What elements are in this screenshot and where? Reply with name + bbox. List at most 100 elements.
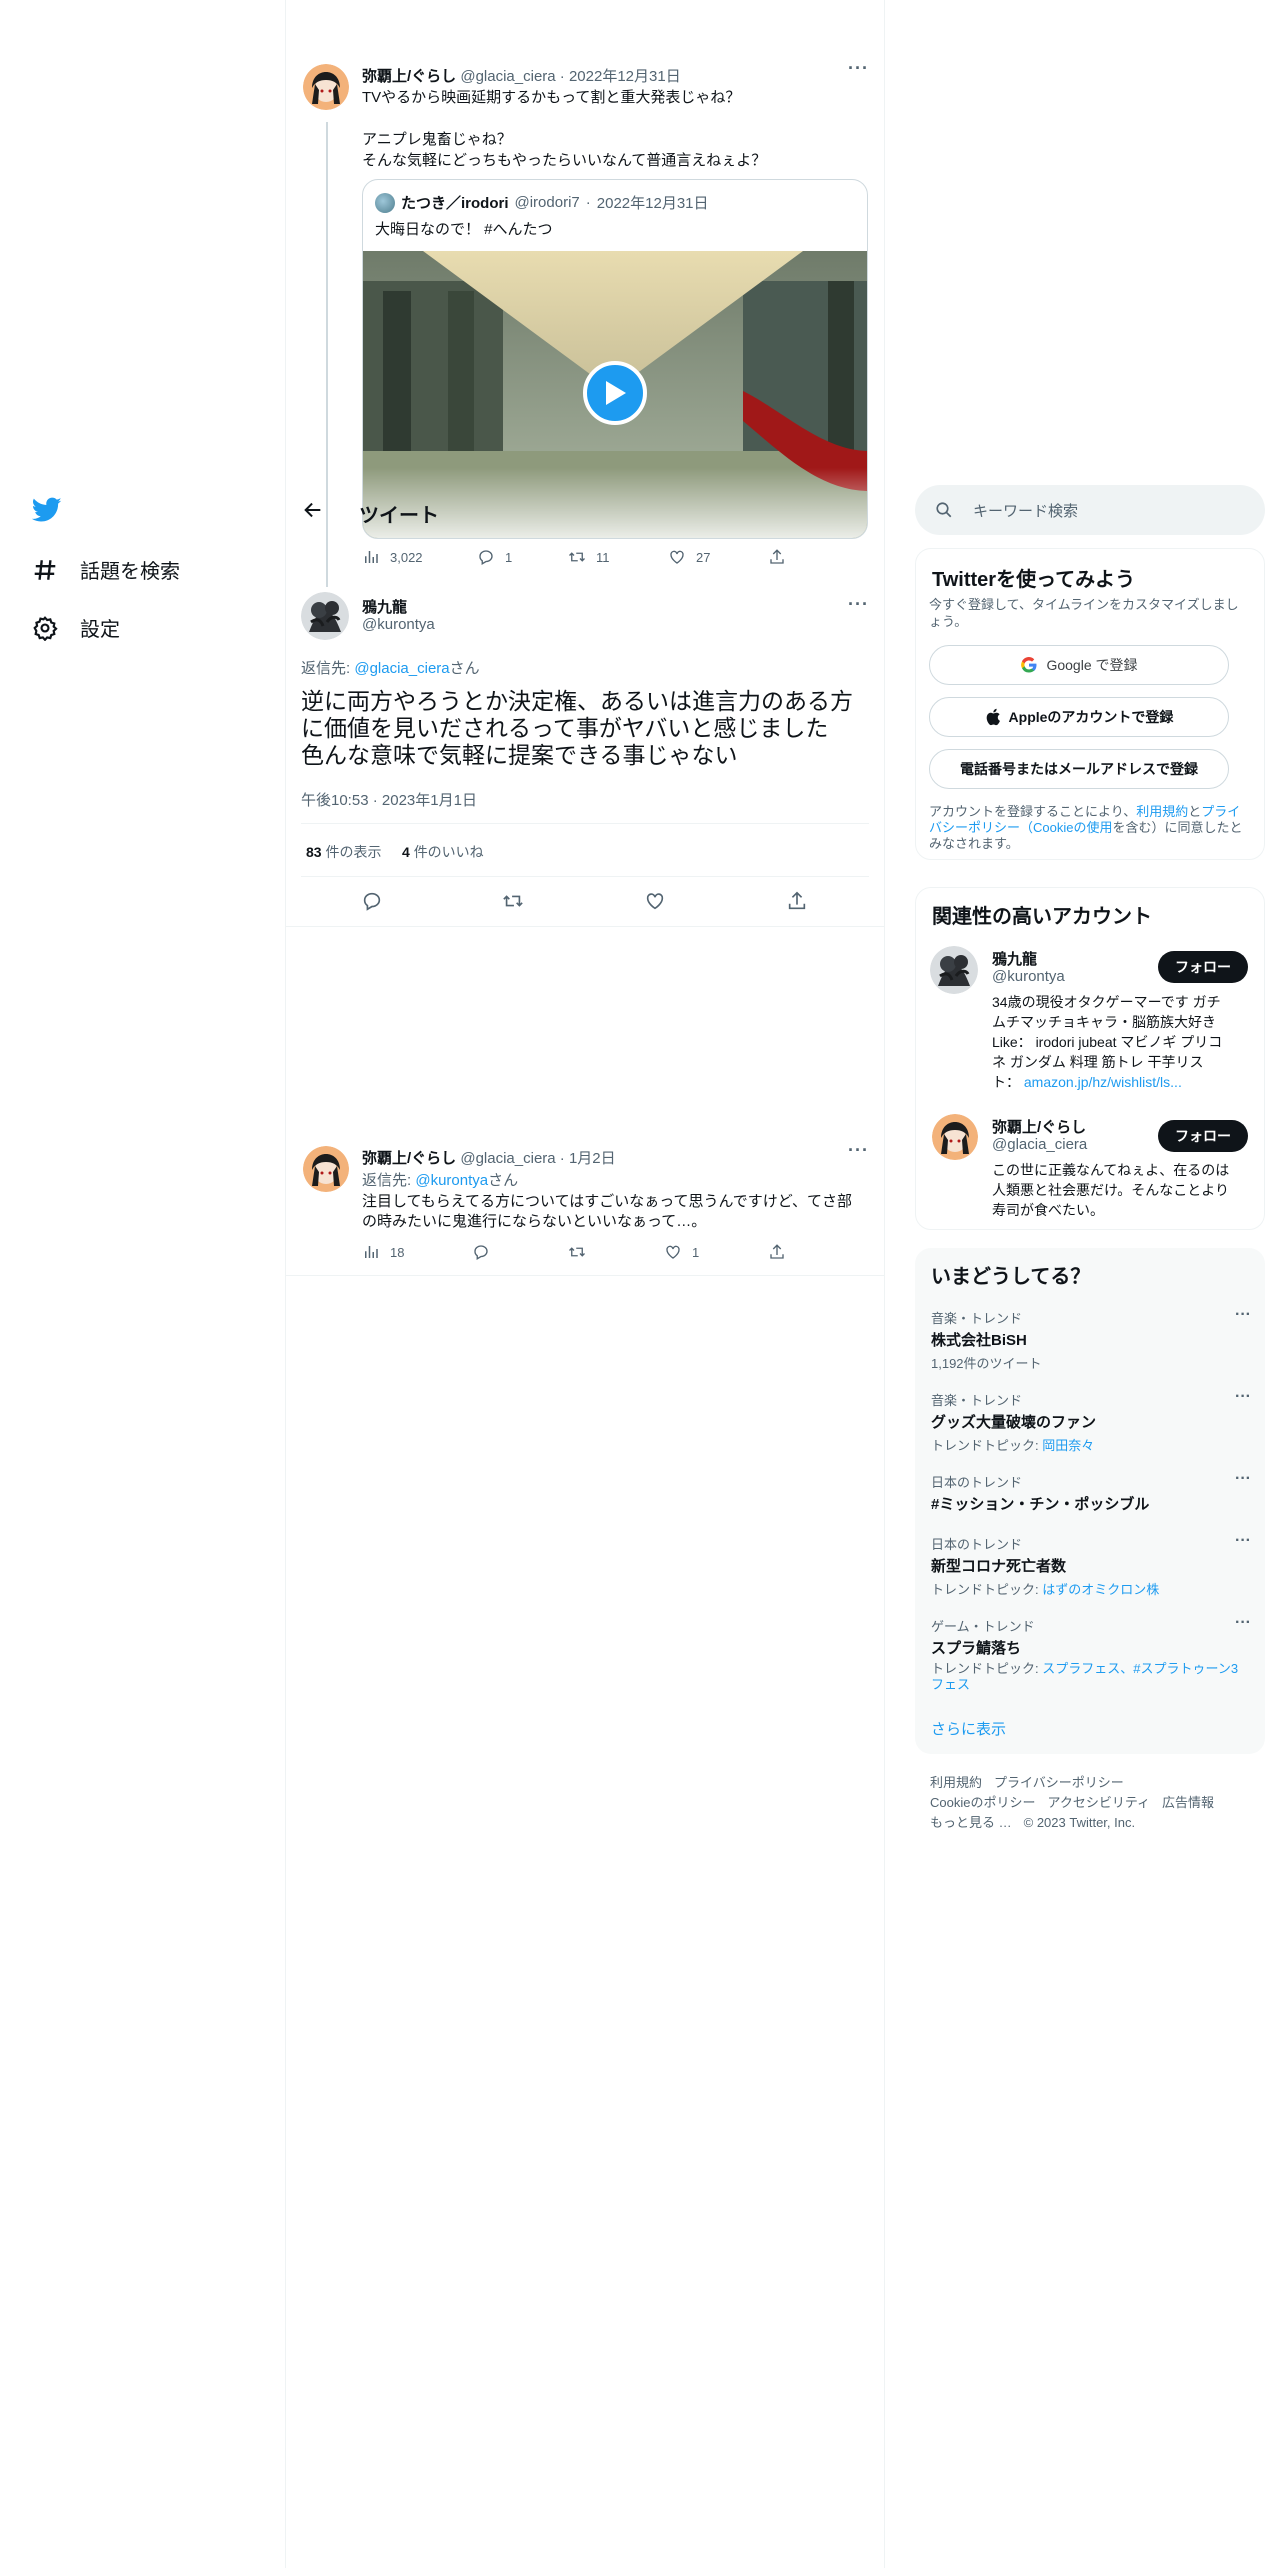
more-icon[interactable]: ···	[1235, 1470, 1251, 1488]
views-stat[interactable]: 18	[362, 1243, 404, 1261]
apple-signup-button[interactable]: Appleのアカウントで登録	[929, 697, 1229, 737]
tweet-text: TVやるから映画延期するかもって割と重大発表じゃね？ アニプレ鬼畜じゃね？ そん…	[362, 89, 767, 169]
retweet-button[interactable]	[502, 890, 524, 912]
trend-item[interactable]: 日本のトレンド #ミッション・チン・ポッシブル ···	[931, 1470, 1251, 1514]
phone-signup-button[interactable]: 電話番号またはメールアドレスで登録	[929, 749, 1229, 789]
divider	[301, 876, 869, 877]
author-handle[interactable]: @kurontya	[362, 616, 435, 633]
quoted-author-name: たつき／irodori	[401, 195, 509, 212]
views-count: 83 件の表示	[306, 844, 382, 860]
tweet-text: 注目してもらえてる方についてはすごいなぁって思うんですけど、てさ部 の時みたいに…	[362, 1193, 853, 1230]
more-icon[interactable]: ···	[1235, 1532, 1251, 1550]
retweet-button[interactable]: 11	[568, 548, 610, 566]
tweet-date[interactable]: 1月2日	[569, 1150, 616, 1167]
avatar[interactable]	[303, 1146, 349, 1192]
reply-to-link[interactable]: @kurontya	[415, 1172, 488, 1189]
footer-row: もっと見る … © 2023 Twitter, Inc.	[930, 1812, 1147, 1831]
reply-button[interactable]: 1	[477, 548, 512, 566]
signup-title: Twitterを使ってみよう	[932, 569, 1136, 591]
copyright: © 2023 Twitter, Inc.	[1023, 1815, 1136, 1830]
divider	[286, 1275, 884, 1276]
share-button[interactable]	[786, 890, 808, 912]
views-stat[interactable]: 3,022	[362, 548, 423, 566]
author-name[interactable]: 弥覇上/ぐらし	[362, 68, 456, 85]
trend-item[interactable]: 音楽・トレンド グッズ大量破壊のファン トレンドトピック: 岡田奈々 ···	[931, 1388, 1251, 1454]
footer-accessibility-link[interactable]: アクセシビリティ	[1047, 1795, 1150, 1810]
avatar	[375, 192, 395, 213]
footer-more-link[interactable]: もっと見る …	[930, 1815, 1012, 1830]
account-bio: この世に正義なんてねぇよ、在るのは 人類悪と社会悪だけ。そんなことより 寿司が食…	[992, 1162, 1230, 1218]
author-handle[interactable]: @glacia_ciera	[460, 68, 555, 85]
more-icon[interactable]: ···	[1235, 1614, 1251, 1632]
terms-link[interactable]: 利用規約	[1136, 804, 1188, 819]
chart-icon	[365, 1246, 378, 1258]
more-icon[interactable]: ···	[848, 58, 869, 79]
author-name[interactable]: 鴉九龍	[362, 596, 407, 617]
back-arrow-icon[interactable]	[302, 499, 324, 526]
retweet-button[interactable]	[568, 1243, 586, 1261]
page-title: ツイート	[359, 505, 439, 527]
avatar[interactable]	[303, 64, 349, 110]
trend-item[interactable]: 日本のトレンド 新型コロナ死亡者数 トレンドトピック: はずのオミクロン株 ··…	[931, 1532, 1251, 1598]
divider	[301, 823, 869, 824]
account-handle[interactable]: @glacia_ciera	[992, 1136, 1087, 1153]
like-button[interactable]: 1	[664, 1243, 699, 1261]
like-button[interactable]	[644, 890, 666, 912]
chart-icon	[365, 551, 378, 563]
nav-explore[interactable]: 話題を検索	[32, 555, 180, 584]
account-name[interactable]: 鴉九龍	[992, 948, 1037, 969]
related-accounts-card: 関連性の高いアカウント 鴉九龍 @kurontya フォロー 34歳の現役オタク…	[915, 887, 1265, 1230]
more-icon[interactable]: ···	[848, 594, 869, 615]
footer-privacy-link[interactable]: プライバシーポリシー	[994, 1775, 1124, 1790]
tweet-timestamp[interactable]: 午後10:53 · 2023年1月1日	[301, 789, 477, 810]
more-icon[interactable]: ···	[1235, 1388, 1251, 1406]
share-icon	[770, 549, 784, 564]
more-icon[interactable]: ···	[848, 1140, 869, 1161]
related-title: 関連性の高いアカウント	[932, 906, 1152, 928]
avatar[interactable]	[930, 946, 978, 994]
quoted-author-handle: @irodori7	[514, 194, 580, 211]
search-input[interactable]: キーワード検索	[915, 485, 1265, 535]
reply-icon	[479, 550, 493, 565]
show-more-link[interactable]: さらに表示	[931, 1718, 1006, 1739]
account-name[interactable]: 弥覇上/ぐらし	[992, 1116, 1086, 1137]
likes-count[interactable]: 4 件のいいね	[402, 842, 484, 862]
trend-item[interactable]: ゲーム・トレンド スプラ鯖落ち トレンドトピック: スプラフェス、#スプラトゥー…	[931, 1614, 1251, 1693]
trend-item[interactable]: 音楽・トレンド 株式会社BiSH 1,192件のツイート ···	[931, 1306, 1251, 1372]
more-icon[interactable]: ···	[1235, 1306, 1251, 1324]
like-button[interactable]: 27	[668, 548, 710, 566]
nav-settings[interactable]: 設定	[32, 613, 120, 642]
share-button[interactable]	[768, 1243, 786, 1261]
avatar[interactable]	[301, 592, 349, 640]
retweet-icon	[569, 552, 585, 562]
terms-text: アカウントを登録することにより、利用規約とプライバシーポリシー（Cookieの使…	[929, 804, 1243, 851]
footer-ads-link[interactable]: 広告情報	[1162, 1795, 1214, 1810]
gear-icon	[33, 615, 58, 641]
quoted-tweet[interactable]: たつき／irodori @irodori7 · 2022年12月31日 大晦日な…	[362, 179, 868, 539]
share-button[interactable]	[768, 548, 786, 566]
author-handle[interactable]: @glacia_ciera	[460, 1150, 555, 1167]
reply-to-link[interactable]: @glacia_ciera	[354, 660, 449, 677]
apple-icon	[986, 708, 1000, 726]
play-icon[interactable]	[583, 361, 647, 425]
wishlist-link[interactable]: amazon.jp/hz/wishlist/ls...	[1024, 1074, 1182, 1090]
trends-card: いまどうしてる？ 音楽・トレンド 株式会社BiSH 1,192件のツイート ··…	[915, 1248, 1265, 1754]
share-icon	[788, 891, 806, 910]
signup-desc: 今すぐ登録して、タイムラインをカスタマイズしましょう。	[929, 597, 1239, 629]
signup-card: Twitterを使ってみよう 今すぐ登録して、タイムラインをカスタマイズしましょ…	[915, 548, 1265, 860]
avatar[interactable]	[932, 1114, 978, 1160]
author-name[interactable]: 弥覇上/ぐらし	[362, 1150, 456, 1167]
account-bio: 34歳の現役オタクゲーマーです ガチ ムチマッチョキャラ・脳筋族大好き Like…	[992, 994, 1223, 1090]
footer-cookie-link[interactable]: Cookieのポリシー	[930, 1795, 1035, 1810]
reply-button[interactable]	[361, 890, 383, 912]
footer-terms-link[interactable]: 利用規約	[930, 1775, 982, 1790]
share-icon	[770, 1244, 784, 1259]
follow-button[interactable]: フォロー	[1158, 1120, 1248, 1152]
tweet-date[interactable]: 2022年12月31日	[569, 68, 681, 85]
account-handle[interactable]: @kurontya	[992, 968, 1065, 985]
twitter-logo-icon[interactable]	[31, 497, 62, 528]
google-signup-button[interactable]: Google で登録	[929, 645, 1229, 685]
follow-button[interactable]: フォロー	[1158, 951, 1248, 983]
reply-button[interactable]	[472, 1243, 490, 1261]
quoted-text: 大晦日なので！ #へんたつ	[375, 221, 553, 238]
